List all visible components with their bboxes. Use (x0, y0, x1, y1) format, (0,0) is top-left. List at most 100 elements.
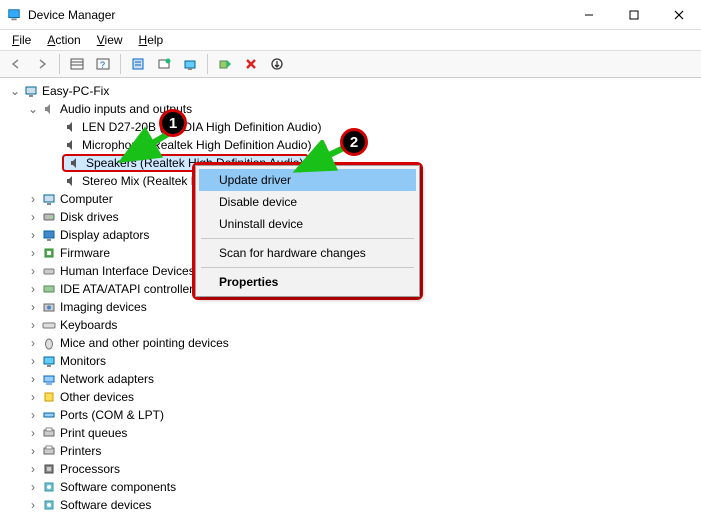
tree-category[interactable]: › Other devices (8, 388, 701, 406)
tree-category[interactable]: › Imaging devices (8, 298, 701, 316)
context-menu-highlight: Update driver Disable device Uninstall d… (192, 162, 423, 300)
tree-category[interactable]: › Ports (COM & LPT) (8, 406, 701, 424)
category-label: Printers (58, 442, 101, 460)
category-label: Mice and other pointing devices (58, 334, 229, 352)
tree-category[interactable]: ›Software devices (8, 496, 701, 514)
device-icon (40, 353, 58, 369)
collapse-icon[interactable]: ⌄ (26, 100, 40, 118)
tree-root-label: Easy-PC-Fix (40, 82, 109, 100)
menu-bar: File Action View Help (0, 30, 701, 50)
enable-device-button[interactable] (213, 52, 237, 76)
annotation-badge-2: 2 (340, 128, 368, 156)
menu-view[interactable]: View (91, 32, 129, 48)
tree-category[interactable]: › Processors (8, 460, 701, 478)
tree-root[interactable]: ⌄ Easy-PC-Fix (8, 82, 701, 100)
device-icon (40, 281, 58, 297)
expand-icon[interactable]: › (26, 316, 40, 334)
category-label: Display adaptors (58, 226, 149, 244)
uninstall-device-button[interactable] (265, 52, 289, 76)
tree-category[interactable]: › Mice and other pointing devices (8, 334, 701, 352)
context-uninstall-device[interactable]: Uninstall device (199, 213, 416, 235)
expand-icon[interactable]: › (26, 478, 40, 496)
expand-icon[interactable]: › (26, 424, 40, 442)
category-label: Ports (COM & LPT) (58, 406, 164, 424)
tree-category[interactable]: ›Software components (8, 478, 701, 496)
svg-text:?: ? (100, 60, 105, 70)
speaker-icon (66, 155, 84, 171)
tree-category[interactable]: ›Network adapters (8, 370, 701, 388)
back-button[interactable] (4, 52, 28, 76)
expand-icon[interactable]: › (26, 280, 40, 298)
context-scan-hardware[interactable]: Scan for hardware changes (199, 242, 416, 264)
scan-hardware-button[interactable] (178, 52, 202, 76)
expand-icon[interactable]: › (26, 190, 40, 208)
expand-icon[interactable]: › (26, 208, 40, 226)
expand-icon[interactable]: › (26, 388, 40, 406)
update-driver-button[interactable] (152, 52, 176, 76)
device-icon (40, 209, 58, 225)
expand-icon[interactable]: › (26, 442, 40, 460)
tree-category[interactable]: › Print queues (8, 424, 701, 442)
expand-icon[interactable]: › (26, 262, 40, 280)
menu-action[interactable]: Action (41, 32, 86, 48)
speaker-icon (62, 137, 80, 153)
maximize-button[interactable] (611, 0, 656, 30)
forward-button[interactable] (30, 52, 54, 76)
category-label: Other devices (58, 388, 134, 406)
category-label: IDE ATA/ATAPI controllers (58, 280, 199, 298)
tree-category[interactable]: › Printers (8, 442, 701, 460)
title-bar: Device Manager (0, 0, 701, 30)
category-label: Firmware (58, 244, 110, 262)
expand-icon[interactable]: › (26, 352, 40, 370)
context-properties[interactable]: Properties (199, 271, 416, 293)
category-label: Keyboards (58, 316, 117, 334)
expand-icon[interactable]: › (26, 226, 40, 244)
tree-category[interactable]: › Keyboards (8, 316, 701, 334)
device-icon (40, 443, 58, 459)
window-title: Device Manager (28, 8, 566, 22)
expand-icon[interactable]: › (26, 298, 40, 316)
device-icon (40, 425, 58, 441)
collapse-icon[interactable]: ⌄ (8, 82, 22, 100)
properties-button[interactable] (126, 52, 150, 76)
category-label: Computer (58, 190, 113, 208)
category-label: Print queues (58, 424, 127, 442)
expand-icon[interactable]: › (26, 370, 40, 388)
minimize-button[interactable] (566, 0, 611, 30)
expand-icon[interactable]: › (26, 460, 40, 478)
speaker-icon (40, 101, 58, 117)
category-label: Human Interface Devices (58, 262, 195, 280)
disable-device-button[interactable] (239, 52, 263, 76)
help-button[interactable]: ? (91, 52, 115, 76)
context-disable-device[interactable]: Disable device (199, 191, 416, 213)
category-label: Disk drives (58, 208, 119, 226)
tree-category-audio[interactable]: ⌄ Audio inputs and outputs (8, 100, 701, 118)
menu-help[interactable]: Help (133, 32, 170, 48)
device-icon (40, 227, 58, 243)
device-icon (40, 479, 58, 495)
device-icon (40, 389, 58, 405)
show-hide-tree-button[interactable] (65, 52, 89, 76)
separator (201, 267, 414, 268)
expand-icon[interactable]: › (26, 406, 40, 424)
tree-category[interactable]: › Monitors (8, 352, 701, 370)
expand-icon[interactable]: › (26, 244, 40, 262)
context-menu[interactable]: Update driver Disable device Uninstall d… (195, 165, 420, 297)
device-icon (40, 335, 58, 351)
window-buttons (566, 0, 701, 30)
annotation-badge-1: 1 (159, 109, 187, 137)
category-label: Monitors (58, 352, 106, 370)
device-icon (40, 497, 58, 513)
category-label: Processors (58, 460, 120, 478)
close-button[interactable] (656, 0, 701, 30)
category-label: Imaging devices (58, 298, 147, 316)
expand-icon[interactable]: › (26, 334, 40, 352)
device-icon (40, 461, 58, 477)
menu-file[interactable]: File (6, 32, 37, 48)
expand-icon[interactable]: › (26, 496, 40, 514)
computer-icon (22, 83, 40, 99)
separator (201, 238, 414, 239)
device-icon (40, 263, 58, 279)
device-icon (40, 245, 58, 261)
device-icon (40, 299, 58, 315)
